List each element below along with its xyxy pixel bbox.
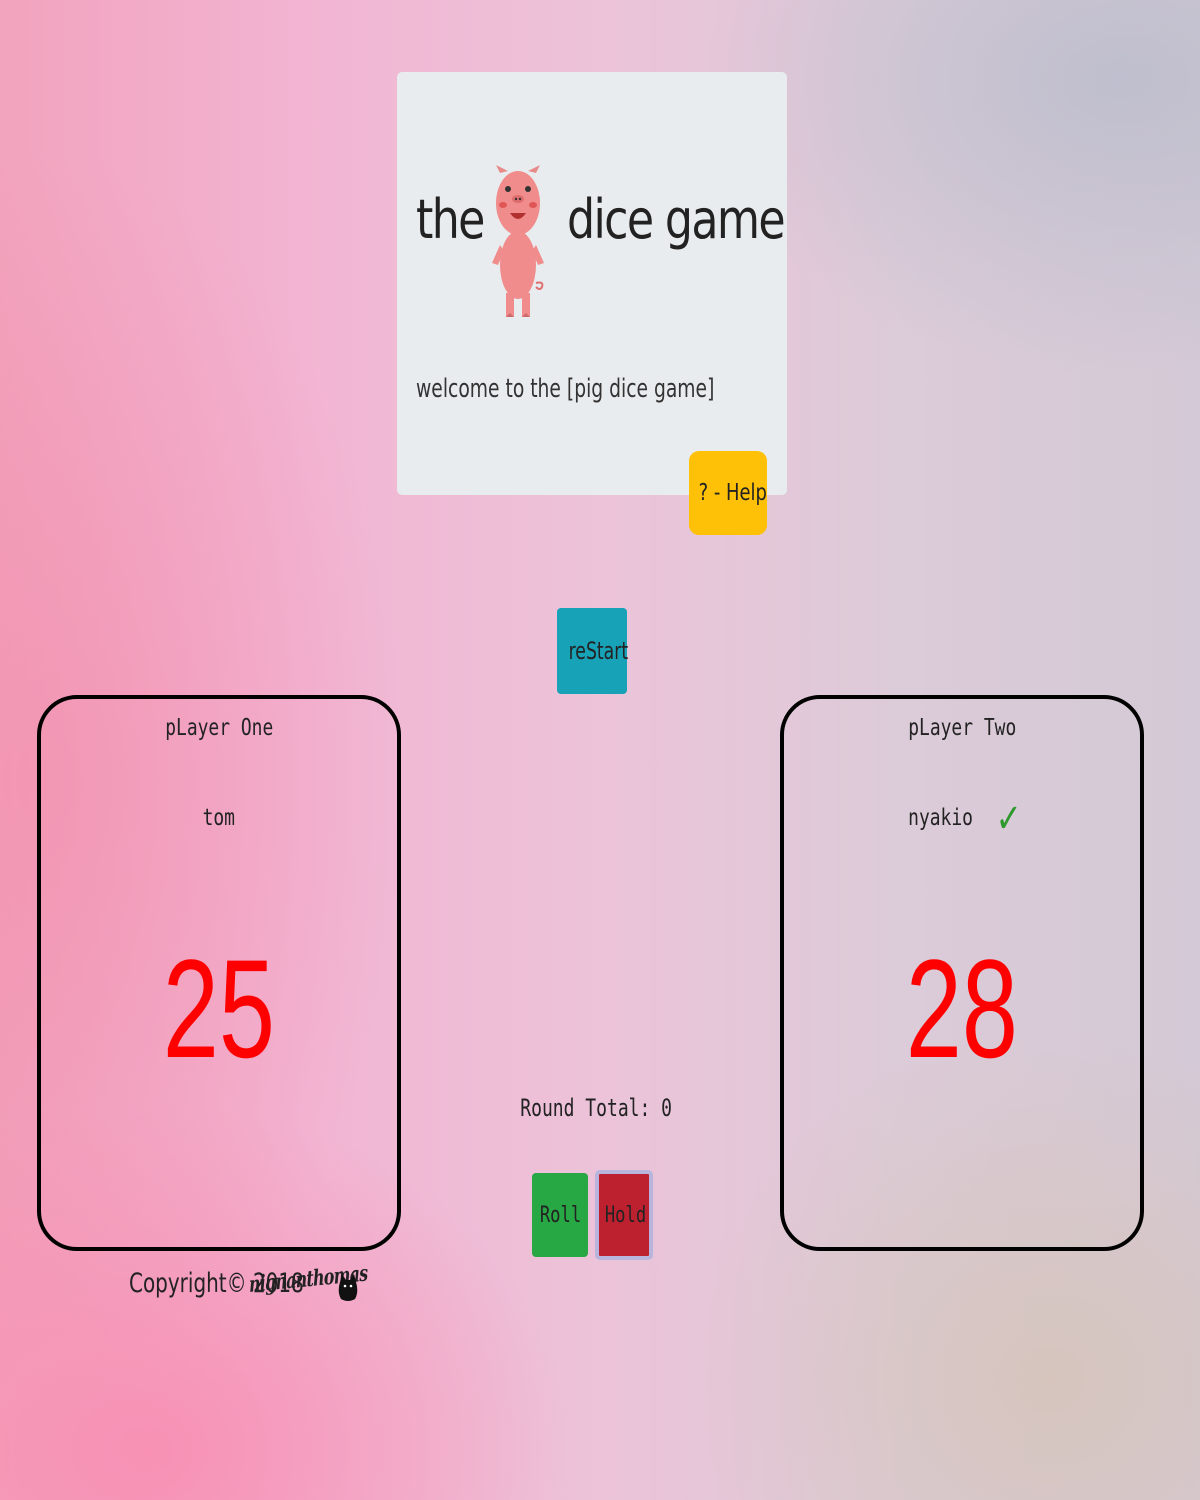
- title-right: dice game: [567, 188, 786, 251]
- checkmark-icon: ✓: [995, 795, 1022, 842]
- help-button[interactable]: ? - Help: [689, 451, 767, 535]
- help-label: ? - Help: [698, 480, 767, 506]
- player-two-panel: pLayer Two nyakio ✓ 28: [780, 695, 1144, 1251]
- player-one-name-text: tom: [202, 805, 236, 831]
- round-total: Round Total: 0: [495, 1094, 695, 1122]
- pig-icon: [492, 165, 544, 317]
- player-one-panel: pLayer One tom 25: [37, 695, 401, 1251]
- player-two-score-value: 28: [905, 930, 1019, 1087]
- cat-icon: [338, 1274, 358, 1301]
- copyright: Copyright© 2018 nignanthomas: [129, 1261, 368, 1301]
- player-two-name-text: nyakio: [907, 805, 973, 831]
- player-two-name: nyakio ✓: [784, 795, 1140, 842]
- player-two-heading: pLayer Two: [784, 715, 1140, 741]
- restart-label: reStart: [568, 637, 629, 665]
- player-two-score: 28: [784, 939, 1140, 1079]
- welcome-text: welcome to the [pig dice game]: [416, 374, 715, 404]
- title-left: the: [416, 188, 485, 251]
- player-one-score-value: 25: [162, 930, 276, 1087]
- hold-button[interactable]: Hold: [595, 1170, 653, 1260]
- roll-button[interactable]: Roll: [532, 1173, 588, 1257]
- player-one-heading-text: pLayer One: [164, 715, 274, 741]
- player-one-name: tom: [41, 805, 397, 831]
- player-two-heading-text: pLayer Two: [907, 715, 1017, 741]
- restart-button[interactable]: reStart: [557, 608, 629, 694]
- round-total-text: Round Total: 0: [520, 1094, 673, 1122]
- player-one-heading: pLayer One: [41, 715, 397, 741]
- roll-label: Roll: [539, 1202, 581, 1228]
- title-card: [397, 72, 787, 495]
- hold-label: Hold: [604, 1202, 647, 1228]
- player-one-score: 25: [41, 939, 397, 1079]
